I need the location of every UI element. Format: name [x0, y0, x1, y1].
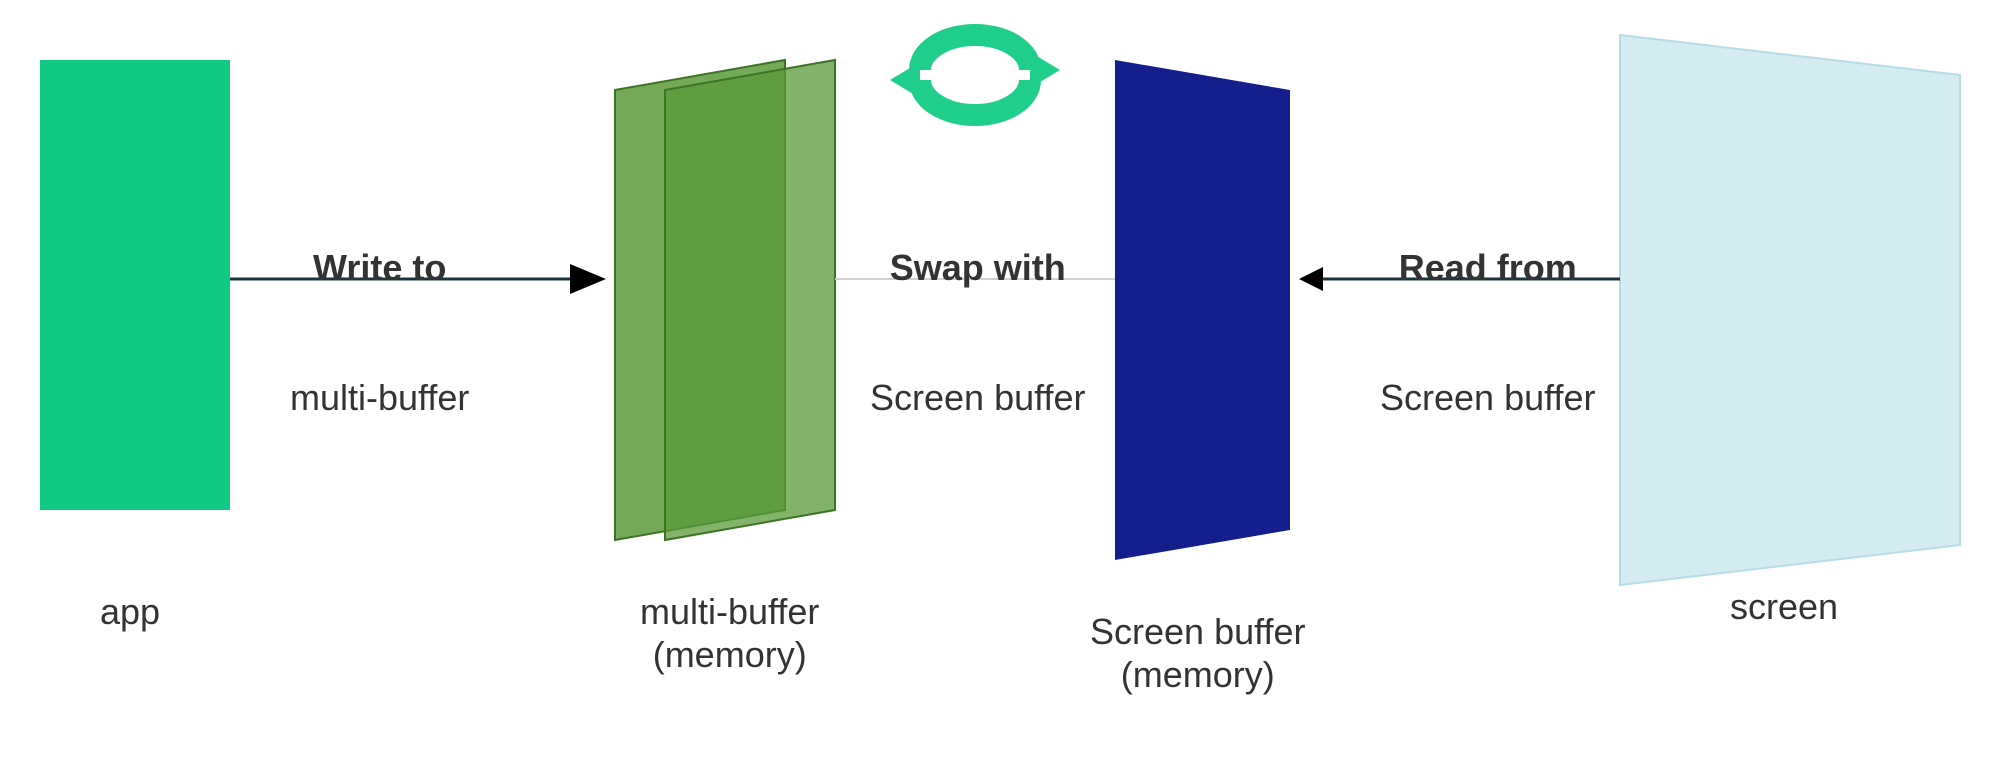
diagram-canvas: app multi-buffer (memory) Screen buffer …: [0, 0, 1999, 771]
label-app: app: [100, 590, 160, 633]
label-read: Read from Screen buffer: [1380, 160, 1595, 506]
label-swap-title: Swap with: [870, 246, 1085, 289]
screen-block: [1620, 35, 1960, 585]
swap-icon: [890, 35, 1060, 115]
label-swap-sub: Screen buffer: [870, 376, 1085, 419]
app-block: [40, 60, 230, 510]
label-multi-buffer: multi-buffer (memory): [640, 590, 819, 676]
label-write-sub: multi-buffer: [290, 376, 469, 419]
label-write-title: Write to: [290, 246, 469, 289]
label-screen-buffer: Screen buffer (memory): [1090, 610, 1305, 696]
label-swap: Swap with Screen buffer: [870, 160, 1085, 506]
label-screen: screen: [1730, 585, 1838, 628]
label-read-sub: Screen buffer: [1380, 376, 1595, 419]
screen-buffer-block: [1115, 60, 1290, 560]
label-write: Write to multi-buffer: [290, 160, 469, 506]
multi-buffer-front: [665, 60, 835, 540]
label-read-title: Read from: [1380, 246, 1595, 289]
